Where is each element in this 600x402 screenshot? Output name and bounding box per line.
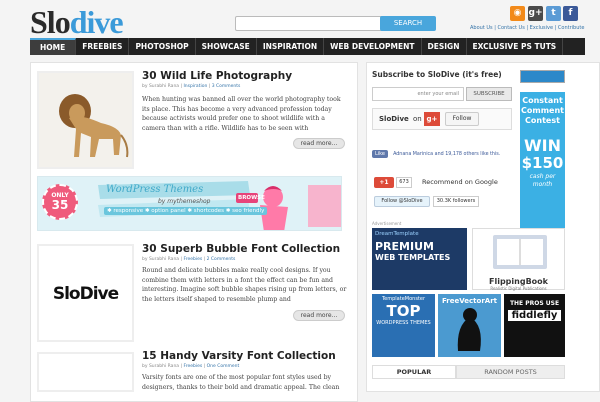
tab-random-posts[interactable]: RANDOM POSTS — [456, 365, 565, 379]
main-nav: HOME FREEBIES PHOTOSHOP SHOWCASE INSPIRA… — [30, 38, 585, 55]
ad-fiddlefly[interactable]: THE PROS USE fiddlefly — [504, 294, 565, 357]
post-comments[interactable]: One Comment — [207, 364, 240, 369]
ad-brand: DreamTemplate — [375, 231, 419, 237]
gplus-on-label: on — [413, 115, 422, 123]
logo-text-blue: dive — [69, 4, 124, 40]
twitter-count: 30.3K followers — [433, 196, 479, 207]
gplus-page-name: SloDive — [379, 115, 409, 123]
contest-box[interactable]: Constant Comment Contest WIN $150 cash p… — [520, 92, 565, 238]
nav-freebies[interactable]: FREEBIES — [76, 38, 130, 55]
banner-browse-button[interactable]: BROWSE — [238, 195, 265, 201]
banner-by: by mythemeshop — [158, 198, 211, 205]
like-text: Adnana Marinica and 19,178 others like t… — [393, 152, 501, 157]
ad-headline: PREMIUM — [375, 240, 434, 253]
banner-tags: ✱ responsive ✱ option panel ✱ shortcodes… — [104, 207, 268, 215]
post-excerpt: Round and delicate bubbles make really c… — [142, 267, 347, 304]
ad-headline: THE PROS USE — [509, 300, 560, 307]
nav-design[interactable]: DESIGN — [422, 38, 467, 55]
subscribe-button[interactable]: SUBSCRIBE — [466, 87, 512, 101]
google-plus-icon[interactable]: g+ — [528, 6, 543, 21]
post-category[interactable]: Freebies — [183, 364, 202, 369]
advertisement-label: Advertisement — [372, 221, 402, 226]
ad-dreamtemplate[interactable]: DreamTemplate PREMIUM WEB TEMPLATES — [372, 228, 467, 290]
post-meta: by Surabhi Rana | Inspiration | 3 Commen… — [142, 84, 241, 89]
read-more-button[interactable]: read more... — [293, 310, 345, 321]
nav-exclusive-ps-tuts[interactable]: EXCLUSIVE PS TUTS — [467, 38, 564, 55]
post-meta: by Surabhi Rana | Freebies | One Comment — [142, 364, 240, 369]
gplus-count: 673 — [396, 177, 412, 188]
thumbnail-text: SloDive — [52, 284, 119, 304]
ad-headline: TOP — [386, 302, 421, 320]
ad-title: FreeVectorArt — [441, 297, 498, 305]
gplus-follow-button[interactable]: Follow — [445, 112, 479, 126]
post-thumbnail[interactable]: SloDive — [37, 244, 134, 342]
post-title[interactable]: 15 Handy Varsity Font Collection — [142, 350, 336, 362]
rss-icon[interactable]: ◉ — [510, 6, 525, 21]
post-author: by Surabhi Rana — [142, 364, 180, 369]
flippingbook-art — [493, 235, 547, 269]
contest-win: WIN — [524, 136, 561, 155]
banner-title: WordPress Themes — [106, 184, 204, 195]
ad-tagline: Realistic Digital Publications — [490, 286, 547, 291]
mythemeshop-banner[interactable]: ONLY 35 WordPress Themes by mythemeshop … — [37, 176, 342, 231]
gplus-badge[interactable]: SloDive on g+ Follow — [372, 108, 512, 130]
ad-brand: FlippingBook — [489, 277, 548, 286]
read-more-button[interactable]: read more... — [293, 138, 345, 149]
contest-amount: $150 — [521, 154, 564, 172]
post-title[interactable]: 30 Wild Life Photography — [142, 70, 292, 82]
twitter-icon[interactable]: t — [546, 6, 561, 21]
subscribe-title: Subscribe to SloDive (it's free) — [372, 70, 502, 79]
post-meta: by Surabhi Rana | Freebies | 2 Comments — [142, 257, 236, 262]
post-comments[interactable]: 2 Comments — [207, 257, 236, 262]
contest-label: Constant Comment Contest — [521, 96, 564, 125]
nav-home[interactable]: HOME — [30, 38, 77, 55]
like-button[interactable]: Like — [372, 150, 388, 158]
post-title[interactable]: 30 Superb Bubble Font Collection — [142, 243, 340, 255]
logo-text-dark: Slo — [30, 4, 71, 40]
ad-templatemonster[interactable]: TemplateMonster TOP WORDPRESS THEMES — [372, 294, 435, 357]
nav-showcase[interactable]: SHOWCASE — [196, 38, 257, 55]
nav-inspiration[interactable]: INSPIRATION — [257, 38, 325, 55]
nav-web-development[interactable]: WEB DEVELOPMENT — [324, 38, 422, 55]
facebook-icon[interactable]: f — [563, 6, 578, 21]
post-author: by Surabhi Rana — [142, 84, 180, 89]
gplus-icon: g+ — [424, 112, 440, 126]
post-thumbnail[interactable] — [37, 352, 134, 392]
post-excerpt: When hunting was banned all over the wor… — [142, 96, 341, 133]
gplus-plusone-button[interactable]: +1 — [374, 177, 394, 188]
post-category[interactable]: Inspiration — [183, 84, 207, 89]
email-input[interactable]: enter your email — [372, 87, 464, 101]
vector-art — [457, 308, 481, 351]
price-badge: ONLY 35 — [42, 184, 78, 220]
twitter-follow-button[interactable]: Follow @SloDive — [374, 196, 430, 207]
ad-brand: fiddlefly — [508, 310, 561, 321]
post-comments[interactable]: 3 Comments — [212, 84, 241, 89]
ad-flippingbook[interactable]: FlippingBook Realistic Digital Publicati… — [472, 228, 565, 291]
badge-number: 35 — [51, 198, 69, 212]
post-author: by Surabhi Rana — [142, 257, 180, 262]
search-button[interactable]: SEARCH — [380, 16, 436, 31]
ad-subhead: WEB TEMPLATES — [375, 253, 451, 262]
lion-photo — [39, 73, 132, 167]
ad-freevectorart[interactable]: FreeVectorArt — [438, 294, 501, 357]
ad-subhead: WORDPRESS THEMES — [376, 320, 431, 326]
post-category[interactable]: Freebies — [183, 257, 202, 262]
contest-unit: cash per month — [529, 173, 556, 188]
post-excerpt: Varsity fonts are one of the most popula… — [142, 374, 340, 391]
top-links[interactable]: About Us | Contact Us | Exclusive | Cont… — [470, 25, 584, 31]
site-logo[interactable]: Slodive — [30, 4, 124, 41]
post-thumbnail[interactable] — [37, 71, 134, 169]
facebook-like[interactable]: Like Adnana Marinica and 19,178 others l… — [372, 140, 512, 158]
nav-photoshop[interactable]: PHOTOSHOP — [129, 38, 196, 55]
tab-popular[interactable]: POPULAR — [372, 365, 456, 379]
recommend-google: Recommend on Google — [422, 178, 498, 186]
contest-badge[interactable] — [520, 70, 565, 83]
